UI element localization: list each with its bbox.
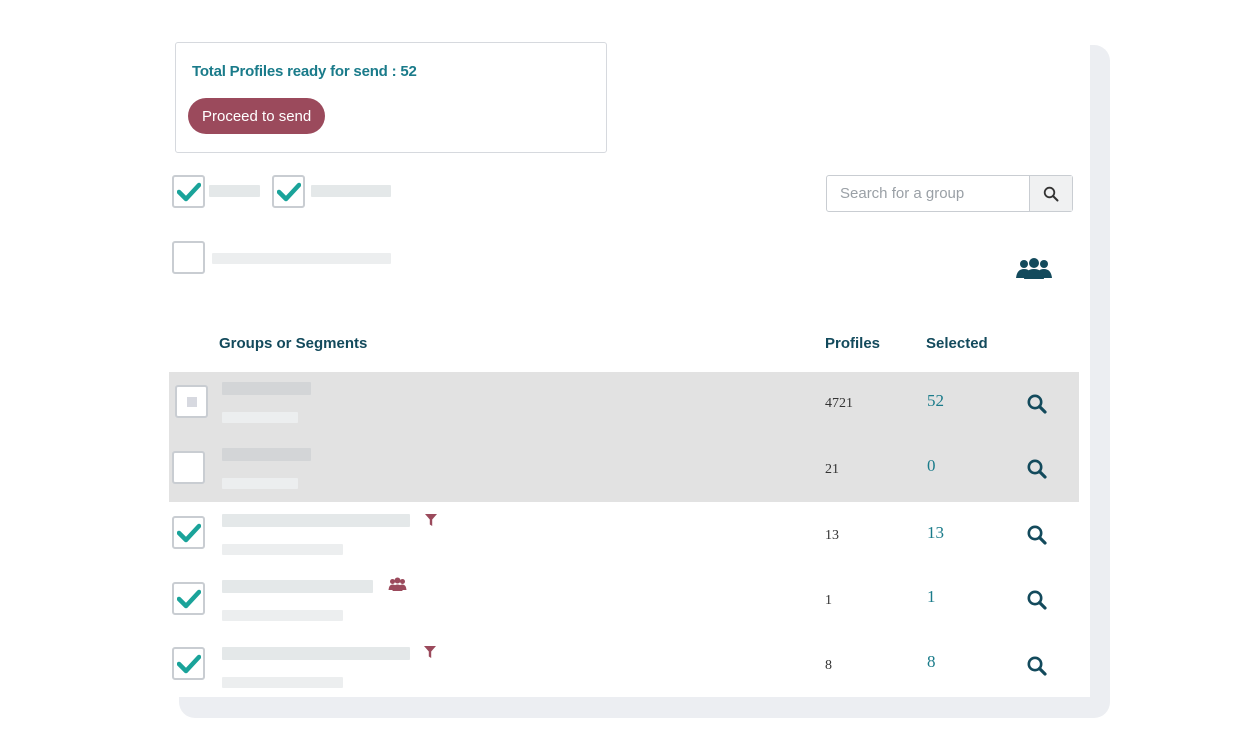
filter-checkbox-3[interactable] [172, 241, 205, 274]
search-button[interactable] [1029, 176, 1072, 211]
row-checkbox[interactable] [172, 647, 205, 680]
group-name [222, 647, 410, 660]
table-row[interactable]: 8 8 [169, 633, 1079, 698]
group-name [222, 514, 410, 527]
selected-count[interactable]: 13 [927, 523, 944, 543]
group-description [222, 677, 343, 688]
selected-count[interactable]: 8 [927, 652, 936, 672]
users-icon[interactable] [1015, 257, 1053, 286]
row-checkbox[interactable] [172, 451, 205, 484]
partial-indicator [187, 397, 197, 407]
profiles-count: 4721 [825, 396, 853, 411]
profiles-count: 1 [825, 593, 832, 608]
search-icon[interactable] [1026, 655, 1048, 677]
check-icon [177, 182, 201, 202]
search-icon[interactable] [1026, 393, 1048, 415]
filter-label-2 [311, 185, 391, 197]
check-icon [177, 589, 201, 609]
users-icon [388, 577, 407, 591]
group-name [222, 382, 311, 395]
send-summary-box: Total Profiles ready for send : 52 Proce… [175, 42, 607, 153]
search-icon[interactable] [1026, 458, 1048, 480]
group-description [222, 544, 343, 555]
check-icon [177, 523, 201, 543]
profiles-count: 13 [825, 528, 839, 543]
group-description [222, 412, 298, 423]
row-checkbox[interactable] [172, 516, 205, 549]
group-name [222, 580, 373, 593]
column-header-selected: Selected [926, 335, 988, 352]
search-icon[interactable] [1026, 589, 1048, 611]
filter-checkbox-1[interactable] [172, 175, 205, 208]
filter-icon [425, 514, 437, 526]
column-header-profiles: Profiles [825, 335, 881, 352]
search-input[interactable] [827, 176, 1030, 211]
table-row[interactable]: 4721 52 [169, 372, 1079, 437]
table-row[interactable]: 1 1 [169, 568, 1079, 633]
group-description [222, 478, 298, 489]
selected-count[interactable]: 0 [927, 456, 936, 476]
row-checkbox[interactable] [175, 385, 208, 418]
check-icon [277, 182, 301, 202]
filter-label-3 [212, 253, 391, 264]
search-icon [1043, 186, 1059, 201]
selected-count[interactable]: 1 [927, 587, 936, 607]
filter-label-1 [209, 185, 260, 197]
total-profiles-text: Total Profiles ready for send : 52 [192, 63, 417, 80]
row-checkbox[interactable] [172, 582, 205, 615]
filter-checkbox-2[interactable] [272, 175, 305, 208]
search-icon[interactable] [1026, 524, 1048, 546]
table-row[interactable]: 13 13 [169, 503, 1079, 568]
group-search [826, 175, 1073, 212]
profiles-count: 21 [825, 462, 839, 477]
group-name [222, 448, 311, 461]
selected-count[interactable]: 52 [927, 391, 944, 411]
column-header-groups: Groups or Segments [219, 335, 368, 352]
proceed-to-send-button[interactable]: Proceed to send [188, 98, 326, 134]
profiles-count: 8 [825, 658, 832, 673]
filter-icon [424, 646, 436, 658]
group-description [222, 610, 343, 621]
check-icon [177, 654, 201, 674]
table-row[interactable]: 21 0 [169, 437, 1079, 502]
